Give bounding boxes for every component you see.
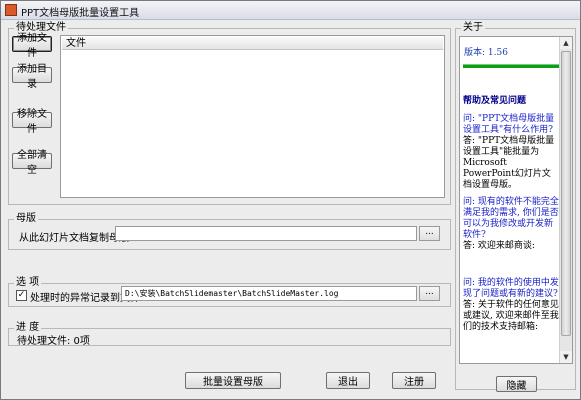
- options-group-label: 选 项: [14, 277, 42, 289]
- about-pane[interactable]: 版本: 1.56 帮助及常见问题 问: "PPT文档母版批量设置工具"有什么作用…: [459, 36, 573, 364]
- scroll-thumb[interactable]: [561, 51, 571, 336]
- faq-item: 问: 现有的软件不能完全满足我的需求, 你们是否可以为我修改或开发新软件? 答:…: [463, 197, 559, 252]
- master-group-label: 母版: [14, 213, 38, 225]
- faq-answer: 答: 欢迎来邮商谈:: [463, 241, 535, 251]
- master-browse-button[interactable]: ...: [419, 226, 440, 241]
- window-title: PPT文档母版批量设置工具: [21, 8, 140, 19]
- hide-button[interactable]: 隐藏: [496, 376, 537, 392]
- batch-set-master-button[interactable]: 批量设置母版: [185, 372, 281, 389]
- about-scrollbar[interactable]: ▲ ▼: [559, 37, 572, 363]
- about-group-label: 关于: [461, 22, 485, 34]
- faq-item: 问: 我的软件的使用中发现了问题或有新的建议? 答: 关于软件的任何意见或建议,…: [463, 278, 559, 333]
- scroll-down-arrow-icon[interactable]: ▼: [560, 351, 572, 363]
- faq-question: 问: 现有的软件不能完全满足我的需求, 你们是否可以为我修改或开发新软件?: [463, 197, 559, 240]
- help-title: 帮助及常见问题: [463, 96, 527, 106]
- faq-answer: 答: 关于软件的任何意见或建议, 欢迎来邮件至我们的技术支持邮箱:: [463, 300, 559, 332]
- scroll-up-arrow-icon[interactable]: ▲: [560, 37, 572, 49]
- remove-file-button[interactable]: 移除文件: [12, 109, 52, 135]
- app-icon: [5, 4, 17, 16]
- faq-item: 问: "PPT文档母版批量设置工具"有什么作用? 答: "PPT文档母版批量设置…: [463, 114, 559, 191]
- clear-all-button[interactable]: 全部清空: [12, 150, 52, 176]
- faq-question: 问: "PPT文档母版批量设置工具"有什么作用?: [463, 114, 555, 135]
- log-path-input[interactable]: D:\安装\BatchSlidemaster\BatchSlideMaster.…: [121, 286, 417, 301]
- title-bar[interactable]: PPT文档母版批量设置工具: [1, 1, 580, 20]
- log-browse-button[interactable]: ...: [419, 286, 440, 301]
- file-list[interactable]: 文件: [60, 35, 445, 198]
- app-window: PPT文档母版批量设置工具 待处理文件 添加文件 添加目录 移除文件 全部清空 …: [0, 0, 581, 400]
- pending-files-text: 待处理文件: 0项: [17, 336, 90, 347]
- master-path-input[interactable]: [115, 226, 417, 241]
- faq-answer: 答: "PPT文档母版批量设置工具"能批量为Microsoft PowerPoi…: [463, 136, 555, 190]
- faq-question: 问: 我的软件的使用中发现了问题或有新的建议?: [463, 278, 559, 299]
- version-text: 版本: 1.56: [464, 48, 508, 58]
- file-column-label: 文件: [66, 38, 86, 49]
- add-file-button[interactable]: 添加文件: [12, 33, 52, 59]
- register-button[interactable]: 注册: [392, 372, 436, 389]
- file-column-header[interactable]: 文件: [62, 37, 443, 50]
- log-errors-checkbox[interactable]: ✓: [16, 290, 27, 301]
- version-divider: [463, 64, 559, 68]
- add-directory-button[interactable]: 添加目录: [12, 64, 52, 90]
- exit-button[interactable]: 退出: [326, 372, 370, 389]
